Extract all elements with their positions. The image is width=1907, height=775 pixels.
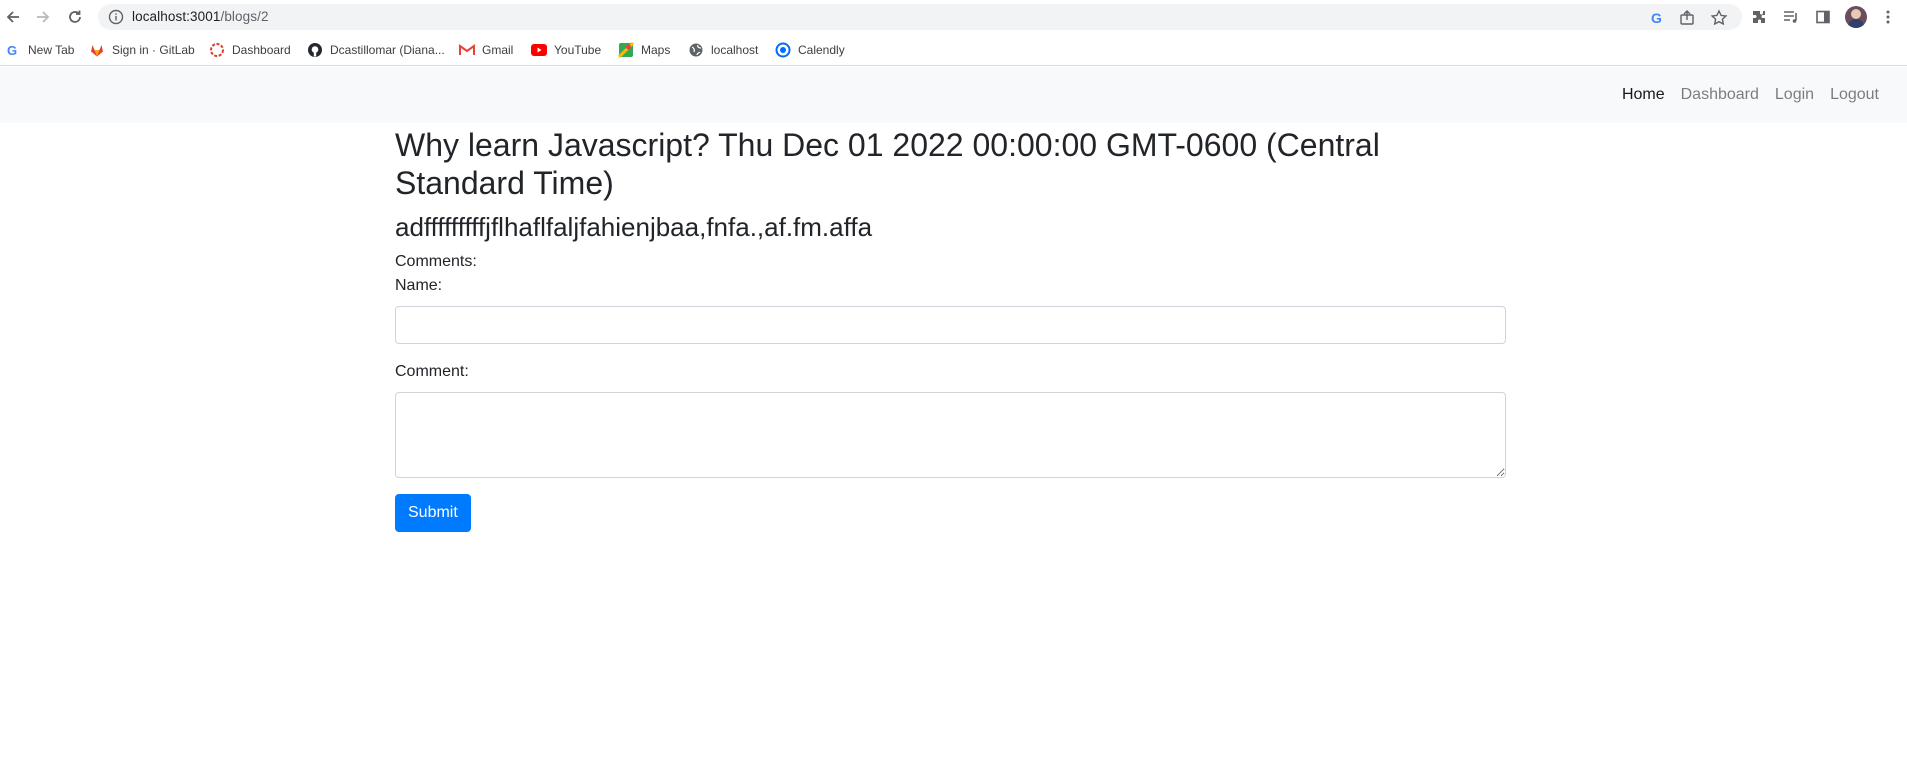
bookmark-label: New Tab bbox=[28, 43, 75, 57]
bookmark-label: Gmail bbox=[482, 43, 514, 57]
google-icon: G bbox=[5, 42, 21, 58]
bookmark-calendly[interactable]: Calendly bbox=[775, 41, 845, 59]
bookmark-label: Maps bbox=[641, 43, 671, 57]
bookmark-dashboard[interactable]: Dashboard bbox=[209, 41, 291, 59]
comment-form: Name: Comment: Submit bbox=[395, 274, 1506, 532]
nav-link-dashboard[interactable]: Dashboard bbox=[1673, 86, 1767, 104]
post-content: Why learn Javascript? Thu Dec 01 2022 00… bbox=[395, 123, 1506, 532]
bookmark-star-icon[interactable] bbox=[1710, 9, 1728, 27]
youtube-icon bbox=[531, 42, 547, 58]
bookmark-youtube[interactable]: YouTube bbox=[531, 41, 601, 59]
post-title: Why learn Javascript? Thu Dec 01 2022 00… bbox=[395, 127, 1380, 201]
nav-link-login[interactable]: Login bbox=[1767, 86, 1822, 104]
site-navbar: Home Dashboard Login Logout bbox=[0, 67, 1907, 123]
bookmark-new-tab[interactable]: G New Tab bbox=[5, 41, 74, 59]
reading-list-icon[interactable] bbox=[1781, 7, 1801, 27]
bookmarks-bar: G New Tab Sign in · GitLab Dashboard Dca… bbox=[0, 34, 1907, 66]
address-bar[interactable]: localhost:3001/blogs/2 G bbox=[98, 4, 1742, 30]
post-body: adfffffffffjflhaflfaljfahienjbaa,fnfa.,a… bbox=[395, 212, 873, 242]
github-icon bbox=[307, 42, 323, 58]
url-host: localhost:3001 bbox=[132, 9, 221, 24]
back-arrow-icon[interactable] bbox=[2, 6, 24, 28]
svg-text:G: G bbox=[1651, 10, 1662, 26]
bookmark-maps[interactable]: Maps bbox=[618, 41, 670, 59]
nav-link-home[interactable]: Home bbox=[1614, 86, 1673, 104]
svg-text:G: G bbox=[7, 43, 17, 57]
bookmark-gmail[interactable]: Gmail bbox=[459, 41, 513, 59]
bookmark-label: localhost bbox=[711, 43, 759, 57]
navbar-links: Home Dashboard Login Logout bbox=[1614, 67, 1887, 123]
forward-arrow-icon[interactable] bbox=[32, 6, 54, 28]
url-text: localhost:3001/blogs/2 bbox=[132, 9, 269, 24]
bookmark-label: Sign in · GitLab bbox=[112, 43, 195, 57]
gmail-icon bbox=[459, 42, 475, 58]
browser-toolbar: localhost:3001/blogs/2 G bbox=[0, 0, 1907, 33]
bookmark-label: Calendly bbox=[798, 43, 845, 57]
dashboard-icon bbox=[209, 42, 225, 58]
globe-icon bbox=[688, 42, 704, 58]
bookmark-label: Dcastillomar (Diana... bbox=[330, 43, 445, 57]
site-info-icon[interactable] bbox=[108, 9, 124, 25]
bookmark-gitlab[interactable]: Sign in · GitLab bbox=[89, 41, 195, 59]
comment-textarea[interactable] bbox=[395, 392, 1506, 478]
calendly-icon bbox=[775, 42, 791, 58]
maps-icon bbox=[618, 42, 634, 58]
url-path: /blogs/2 bbox=[220, 9, 269, 24]
nav-link-logout[interactable]: Logout bbox=[1822, 86, 1887, 104]
submit-button[interactable]: Submit bbox=[395, 494, 471, 532]
side-panel-icon[interactable] bbox=[1813, 7, 1833, 27]
gitlab-icon bbox=[89, 42, 105, 58]
bookmark-label: Dashboard bbox=[232, 43, 291, 57]
comment-label: Comment: bbox=[395, 363, 469, 380]
name-input[interactable] bbox=[395, 306, 1506, 344]
bookmark-label: YouTube bbox=[554, 43, 602, 57]
comments-heading: Comments: bbox=[395, 253, 477, 270]
bookmark-github[interactable]: Dcastillomar (Diana... bbox=[307, 41, 445, 59]
extensions-icon[interactable] bbox=[1749, 7, 1769, 27]
reload-icon[interactable] bbox=[64, 6, 86, 28]
google-lens-icon[interactable]: G bbox=[1648, 9, 1666, 27]
more-menu-icon[interactable] bbox=[1878, 7, 1898, 27]
share-icon[interactable] bbox=[1678, 9, 1696, 27]
profile-avatar[interactable] bbox=[1845, 6, 1867, 28]
name-label: Name: bbox=[395, 277, 443, 294]
bookmark-localhost[interactable]: localhost bbox=[688, 41, 758, 59]
